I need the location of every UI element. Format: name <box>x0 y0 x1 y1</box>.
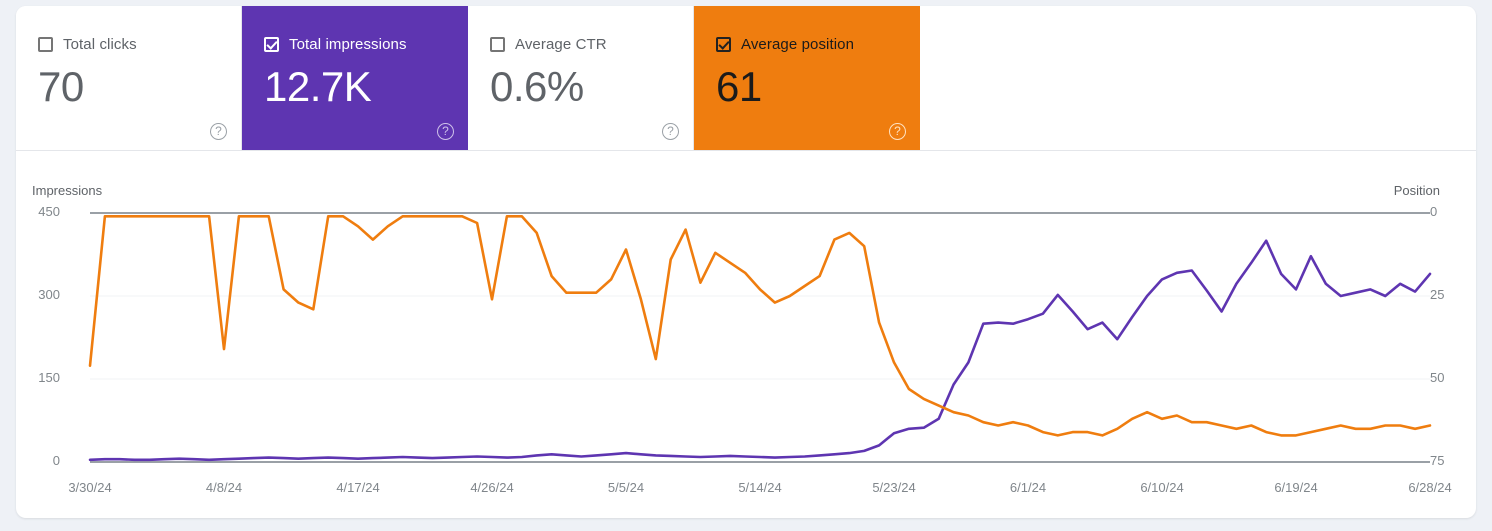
metric-card-total-impressions[interactable]: Total impressions 12.7K ? <box>242 6 468 151</box>
x-axis-tick-label: 3/30/24 <box>68 480 112 495</box>
x-axis-tick-label: 6/28/24 <box>1408 480 1452 495</box>
metric-value: 70 <box>38 63 84 110</box>
series-paths <box>88 214 1432 462</box>
x-axis-tick-label: 6/10/24 <box>1140 480 1184 495</box>
left-axis-tick-label: 150 <box>38 370 60 385</box>
help-icon[interactable]: ? <box>437 123 454 140</box>
gridlines <box>90 212 1430 463</box>
performance-card: Total clicks 70 ? Total impressions 12.7… <box>16 6 1476 518</box>
right-axis-tick-label: 75 <box>1430 453 1445 468</box>
x-axis-tick-label: 5/23/24 <box>872 480 916 495</box>
performance-chart: Impressions Position 0 150 300 450 75 50 25 0 … <box>16 158 1476 518</box>
left-axis-tick-label: 300 <box>38 287 60 302</box>
checkbox-average-ctr[interactable] <box>490 36 505 52</box>
metric-label: Total clicks <box>63 35 137 53</box>
x-axis-tick-label: 5/14/24 <box>738 480 782 495</box>
metric-header: Total clicks <box>38 34 241 54</box>
checkbox-total-clicks[interactable] <box>38 36 53 52</box>
metric-label: Average position <box>741 35 855 53</box>
metrics-divider <box>16 150 1476 151</box>
x-axis-tick-label: 4/17/24 <box>336 480 380 495</box>
metric-value: 0.6% <box>490 63 584 110</box>
x-axis-tick-label: 4/26/24 <box>470 480 514 495</box>
app-root: Total clicks 70 ? Total impressions 12.7… <box>0 0 1492 531</box>
metric-card-average-position[interactable]: Average position 61 ? <box>694 6 920 151</box>
left-axis-tick-label: 450 <box>38 204 60 219</box>
metric-header: Average CTR <box>490 34 693 54</box>
metric-header: Average position <box>716 34 920 54</box>
metric-value: 61 <box>716 63 762 110</box>
x-axis-tick-label: 6/1/24 <box>1009 480 1047 495</box>
help-icon[interactable]: ? <box>889 123 906 140</box>
metric-label: Average CTR <box>515 35 607 53</box>
metric-value: 12.7K <box>264 63 372 110</box>
help-icon[interactable]: ? <box>662 123 679 140</box>
help-icon[interactable]: ? <box>210 123 227 140</box>
metric-label: Total impressions <box>289 35 407 53</box>
metric-header: Total impressions <box>264 34 468 54</box>
right-axis-tick-label: 50 <box>1430 370 1445 385</box>
x-axis-tick-label: 4/8/24 <box>205 480 243 495</box>
checkbox-average-position[interactable] <box>716 36 731 52</box>
chart-plot-area <box>88 212 1432 463</box>
right-axis-tick-label: 25 <box>1430 287 1445 302</box>
metric-card-total-clicks[interactable]: Total clicks 70 ? <box>16 6 242 151</box>
x-axis-tick-label: 5/5/24 <box>607 480 645 495</box>
left-axis-tick-label: 0 <box>52 453 60 468</box>
right-axis-tick-label: 0 <box>1430 204 1438 219</box>
x-axis-tick-label: 6/19/24 <box>1274 480 1318 495</box>
metric-card-average-ctr[interactable]: Average CTR 0.6% ? <box>468 6 694 151</box>
series-line-average-position <box>88 214 1432 437</box>
checkbox-total-impressions[interactable] <box>264 36 279 52</box>
metrics-row: Total clicks 70 ? Total impressions 12.7… <box>16 6 920 151</box>
